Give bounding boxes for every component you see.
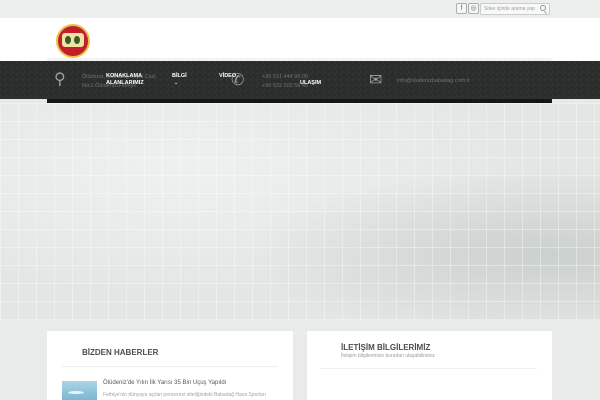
site-logo[interactable] — [56, 24, 90, 58]
news-panel-title: BİZDEN HABERLER — [82, 348, 159, 357]
facebook-icon[interactable]: f — [456, 3, 467, 14]
contact-panel-title: İLETİŞİM BİLGİLERİMİZ — [341, 343, 431, 352]
nav-item-video[interactable]: VİDEO — [219, 73, 236, 80]
panel-divider — [62, 366, 278, 367]
panel-divider — [321, 368, 537, 369]
map-pin-icon: ⚲ — [54, 71, 66, 88]
site-header — [0, 18, 600, 61]
search-icon[interactable] — [540, 5, 546, 11]
email-address[interactable]: info@oludenizbabadag.com.tr — [397, 78, 470, 84]
logo-figure — [65, 36, 71, 44]
news-thumbnail[interactable] — [62, 381, 97, 400]
chevron-down-icon: ⌄ — [174, 80, 179, 86]
mail-icon: ✉ — [369, 72, 383, 89]
nav-item-label: BİLGİ — [172, 73, 187, 79]
instagram-icon[interactable]: ◎ — [468, 3, 479, 14]
hero-texture — [0, 103, 600, 320]
nav-item-info[interactable]: BİLGİ ⌄ — [172, 73, 187, 87]
news-item-excerpt: Fethiye'nin dünyaya açılan penceresi nit… — [103, 392, 267, 398]
contact-panel — [307, 331, 552, 400]
nav-item-transport[interactable]: ULAŞIM — [300, 80, 321, 87]
news-item-title[interactable]: Ölüdeniz'de Yılın İlk Yarısı 35 Bin Uçuş… — [103, 380, 226, 386]
contact-panel-subtitle: İletişim bilgilerimize buradan ulaşabili… — [341, 353, 435, 359]
logo-figure — [74, 36, 80, 44]
nav-item-accommodation[interactable]: KONAKLAMA ALANLARIMIZ — [106, 73, 146, 87]
